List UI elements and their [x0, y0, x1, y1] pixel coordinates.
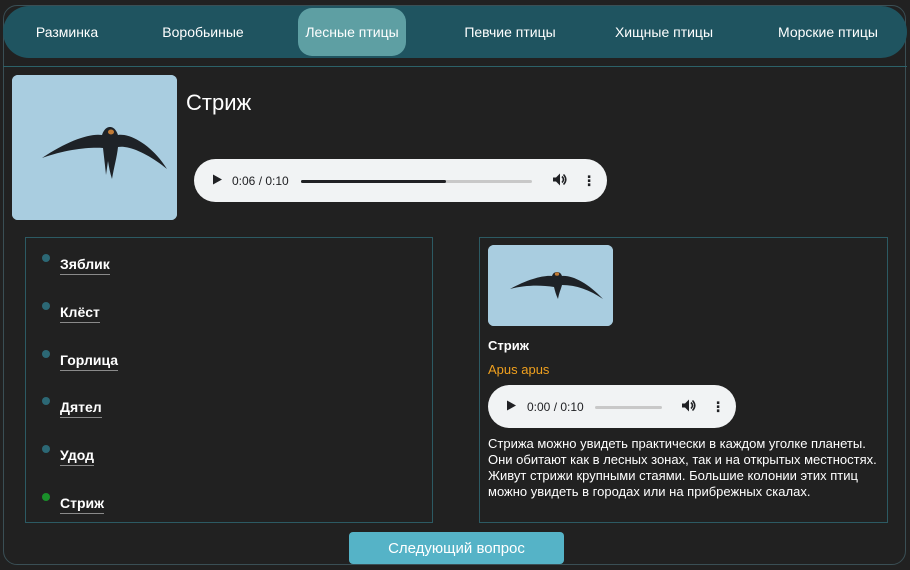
bird-details: Стриж Apus apus 0:00 / 0:10 ⋮ Стрижа мож…	[479, 237, 888, 523]
answer-list: Зяблик Клёст Горлица Дятел Удод Стриж	[25, 237, 433, 523]
audio-seek-bar[interactable]	[301, 179, 532, 183]
status-dot	[42, 445, 50, 453]
nav-item-forest-birds[interactable]: Лесные птицы	[298, 8, 406, 56]
detail-bird-image	[488, 245, 613, 326]
answer-label: Горлица	[60, 352, 119, 371]
question-audio-player: 0:06 / 0:10 ⋮	[194, 159, 607, 202]
answer-label: Дятел	[60, 399, 102, 418]
nav-item-warmup[interactable]: Разминка	[22, 8, 112, 56]
answer-label: Удод	[60, 447, 94, 466]
detail-description: Стрижа можно увидеть практически в каждо…	[488, 436, 877, 499]
status-dot	[42, 350, 50, 358]
more-options-icon[interactable]: ⋮	[582, 172, 596, 189]
audio-time: 0:06 / 0:10	[232, 173, 289, 188]
audio-time: 0:00 / 0:10	[527, 399, 584, 414]
answer-label: Стриж	[60, 495, 105, 514]
status-dot	[42, 302, 50, 310]
detail-audio-player: 0:00 / 0:10 ⋮	[488, 385, 736, 428]
answer-label: Клёст	[60, 304, 100, 323]
status-dot	[42, 397, 50, 405]
header-divider	[3, 66, 907, 67]
volume-icon[interactable]	[552, 172, 568, 189]
audio-progress	[301, 179, 446, 183]
detail-latin-name: Apus apus	[488, 362, 550, 377]
next-question-button[interactable]: Следующий вопрос	[349, 532, 564, 564]
audio-seek-bar[interactable]	[595, 405, 662, 409]
play-icon[interactable]	[211, 173, 223, 188]
status-dot-correct	[42, 493, 50, 501]
detail-bird-name: Стриж	[488, 338, 529, 353]
play-icon[interactable]	[505, 399, 517, 414]
nav-item-raptors[interactable]: Хищные птицы	[609, 8, 719, 56]
swift-bird-icon	[12, 75, 177, 220]
volume-icon[interactable]	[681, 398, 697, 415]
swift-bird-icon	[488, 245, 613, 326]
nav-item-seabirds[interactable]: Морские птицы	[769, 8, 887, 56]
question-bird-image	[12, 75, 177, 220]
status-dot	[42, 254, 50, 262]
more-options-icon[interactable]: ⋮	[711, 398, 725, 415]
nav-item-passerines[interactable]: Воробьиные	[153, 8, 253, 56]
category-nav: Разминка Воробьиные Лесные птицы Певчие …	[3, 6, 907, 58]
question-title: Стриж	[186, 90, 252, 115]
answer-label: Зяблик	[60, 256, 110, 275]
nav-item-songbirds[interactable]: Певчие птицы	[455, 8, 565, 56]
